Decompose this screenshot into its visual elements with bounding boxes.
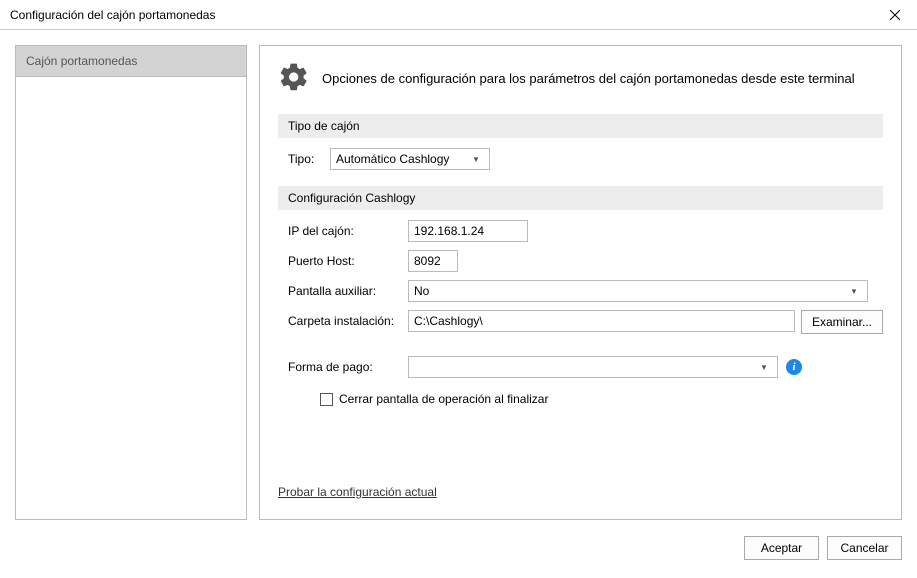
tipo-select[interactable]: Automático Cashlogy ▼: [330, 148, 490, 170]
examinar-button[interactable]: Examinar...: [801, 310, 883, 334]
gear-icon: [278, 61, 310, 96]
section-cashlogy-header: Configuración Cashlogy: [278, 186, 883, 210]
row-pago: Forma de pago: ▼ i: [278, 356, 883, 378]
ip-label: IP del cajón:: [288, 224, 408, 238]
sidebar: Cajón portamonedas: [15, 45, 247, 520]
sidebar-item-label: Cajón portamonedas: [26, 54, 137, 68]
port-input[interactable]: [408, 250, 458, 272]
close-button[interactable]: [872, 0, 917, 30]
info-icon[interactable]: i: [786, 359, 802, 375]
chevron-down-icon: ▼: [846, 287, 862, 296]
cerrar-label: Cerrar pantalla de operación al finaliza…: [339, 392, 548, 406]
port-label: Puerto Host:: [288, 254, 408, 268]
row-carpeta: Carpeta instalación: Examinar...: [278, 310, 883, 334]
content: Cajón portamonedas Opciones de configura…: [0, 30, 917, 530]
row-tipo: Tipo: Automático Cashlogy ▼: [278, 148, 883, 170]
pago-label: Forma de pago:: [288, 360, 408, 374]
accept-button[interactable]: Aceptar: [744, 536, 819, 560]
pago-select[interactable]: ▼: [408, 356, 778, 378]
row-pantalla: Pantalla auxiliar: No ▼: [278, 280, 883, 302]
sidebar-item-cajon[interactable]: Cajón portamonedas: [16, 46, 246, 77]
row-port: Puerto Host:: [278, 250, 883, 272]
row-ip: IP del cajón:: [278, 220, 883, 242]
cerrar-checkbox[interactable]: [320, 393, 333, 406]
header-row: Opciones de configuración para los parám…: [278, 61, 883, 96]
main-panel: Opciones de configuración para los parám…: [259, 45, 902, 520]
carpeta-input[interactable]: [408, 310, 795, 332]
chevron-down-icon: ▼: [468, 155, 484, 164]
tipo-label: Tipo:: [288, 152, 330, 166]
main-header-text: Opciones de configuración para los parám…: [322, 71, 855, 86]
tipo-value: Automático Cashlogy: [336, 152, 449, 166]
close-icon: [890, 10, 900, 20]
footer: Aceptar Cancelar: [0, 530, 917, 560]
ip-input[interactable]: [408, 220, 528, 242]
carpeta-label: Carpeta instalación:: [288, 310, 408, 328]
test-config-link[interactable]: Probar la configuración actual: [278, 485, 883, 499]
cancel-button[interactable]: Cancelar: [827, 536, 902, 560]
titlebar: Configuración del cajón portamonedas: [0, 0, 917, 30]
pantalla-value: No: [414, 284, 429, 298]
section-tipo-header: Tipo de cajón: [278, 114, 883, 138]
chevron-down-icon: ▼: [756, 363, 772, 372]
pantalla-label: Pantalla auxiliar:: [288, 284, 408, 298]
pantalla-select[interactable]: No ▼: [408, 280, 868, 302]
window-title: Configuración del cajón portamonedas: [10, 8, 215, 22]
row-cerrar: Cerrar pantalla de operación al finaliza…: [278, 392, 883, 406]
